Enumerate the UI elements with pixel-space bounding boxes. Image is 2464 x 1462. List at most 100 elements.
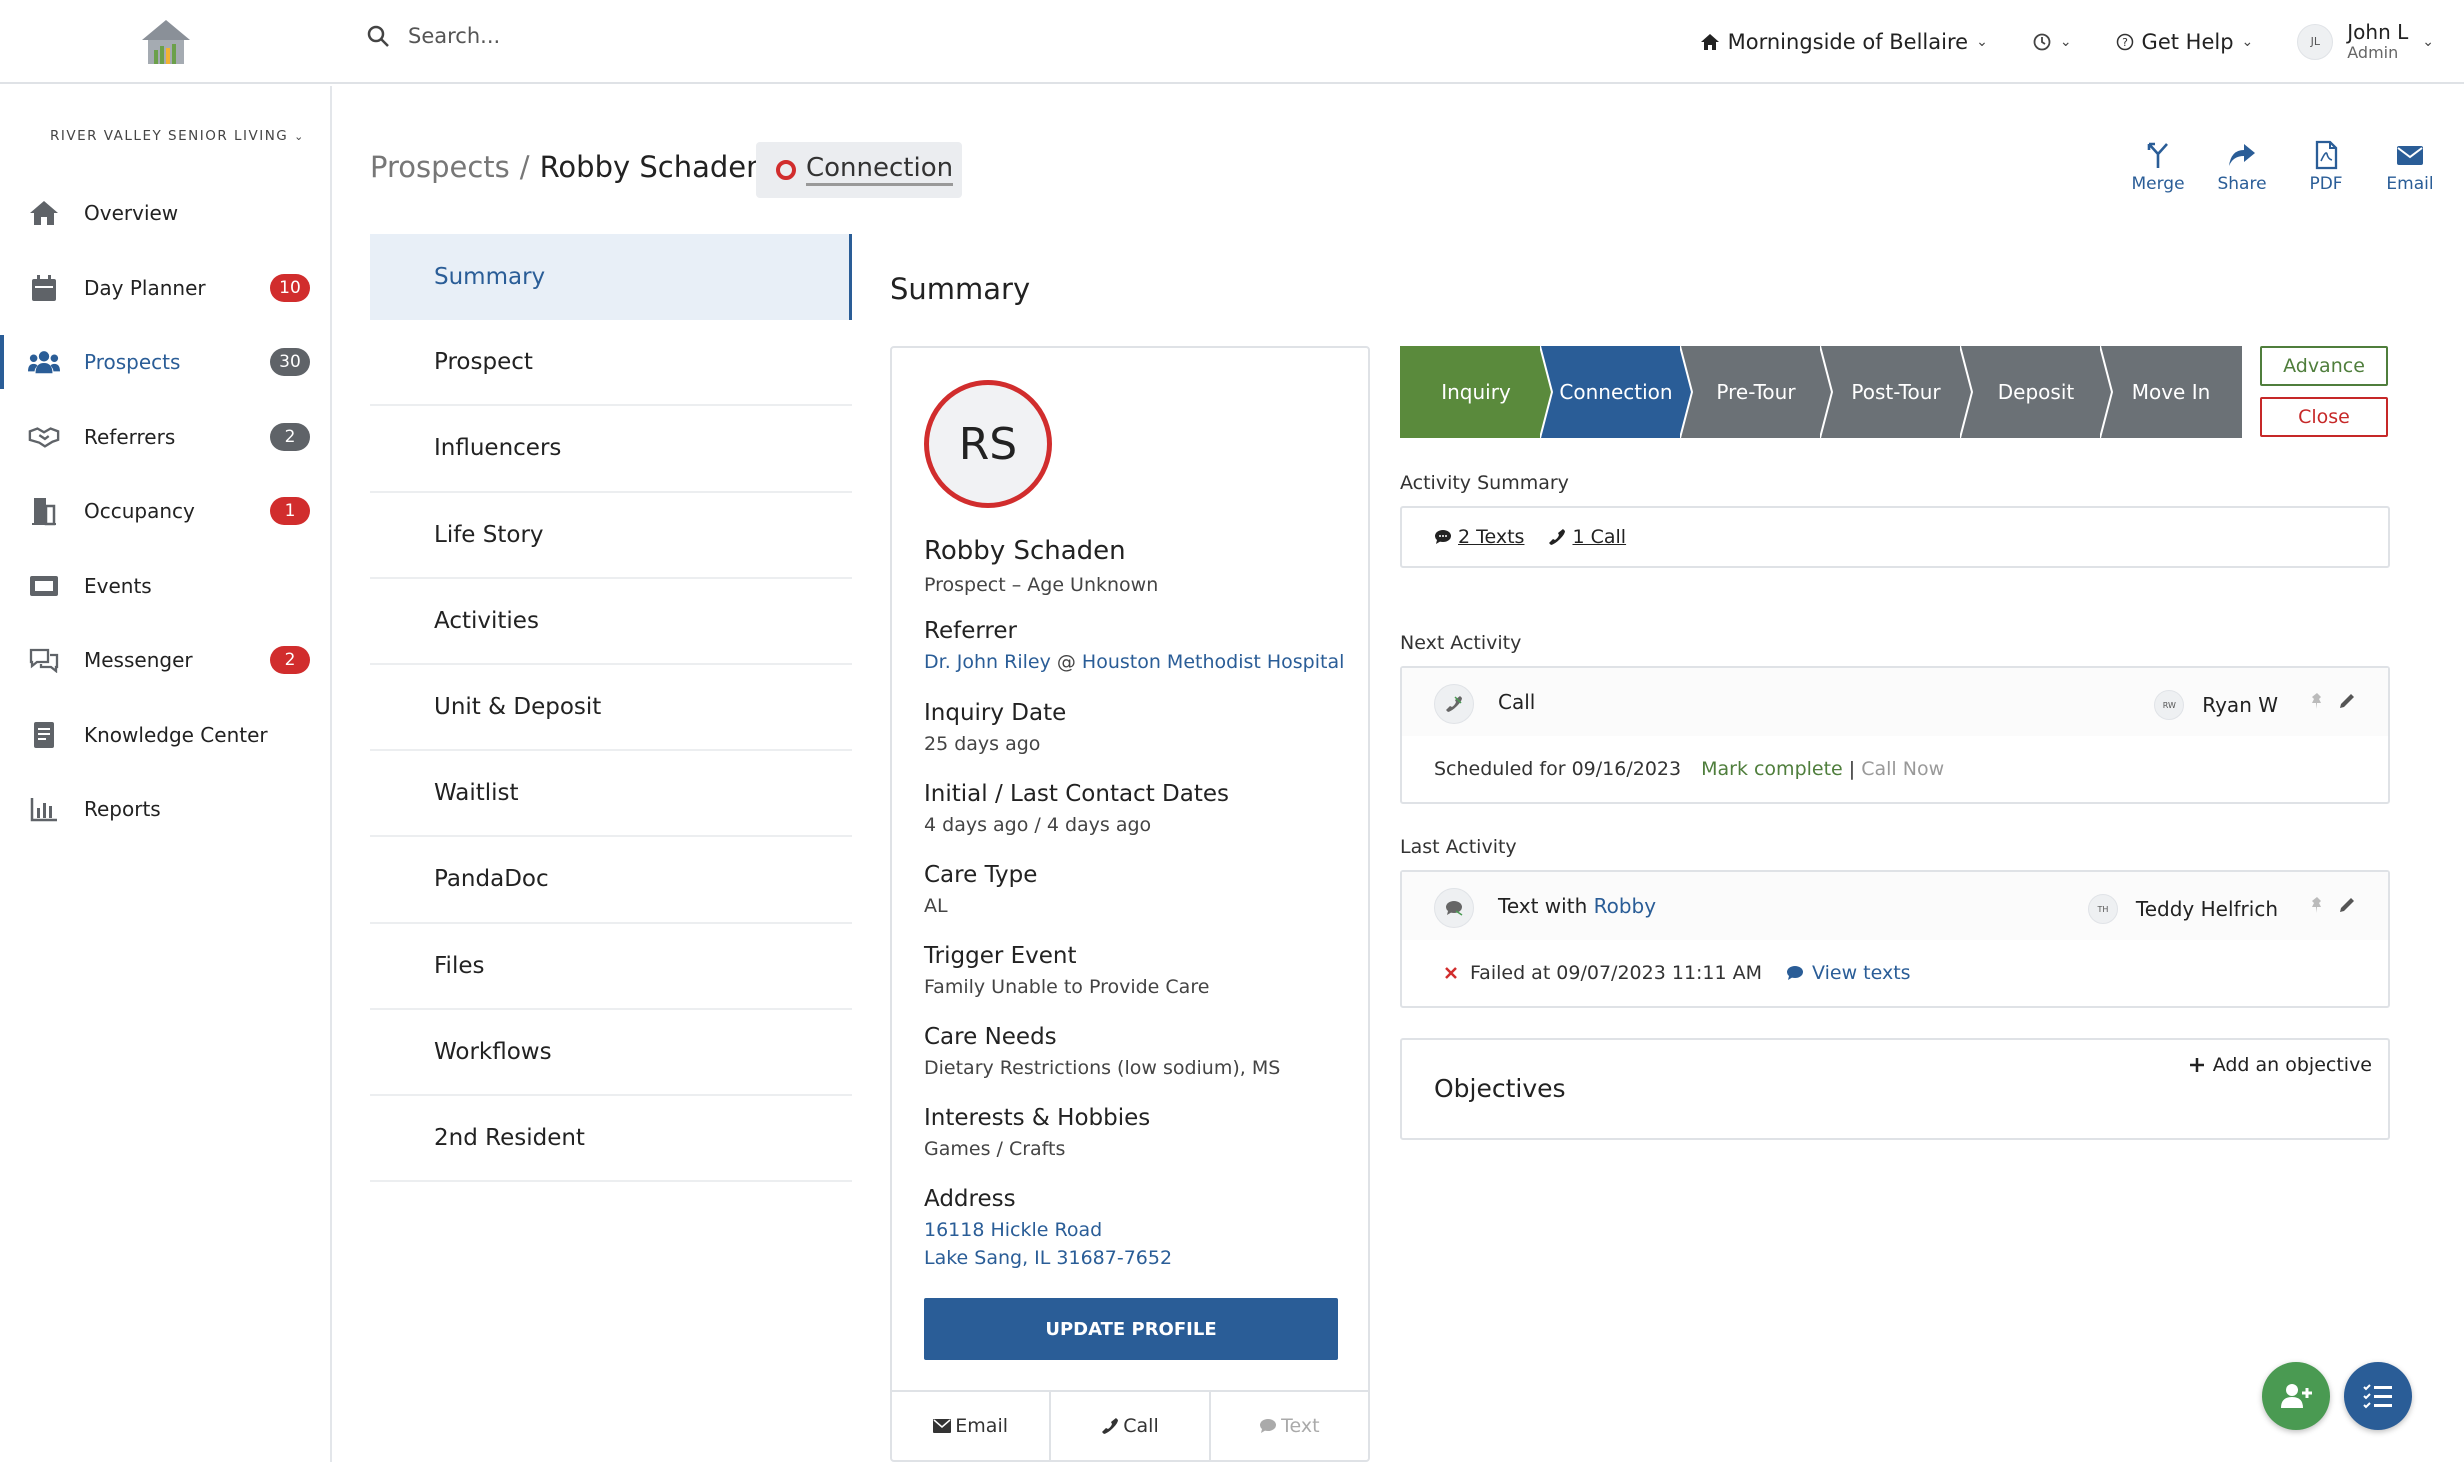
activity-type: Call (1498, 690, 1536, 714)
view-texts-link[interactable]: View texts (1786, 962, 1911, 984)
sidebar-item-messenger[interactable]: Messenger 2 (0, 623, 330, 698)
referrer-person-link[interactable]: Dr. John Riley (924, 651, 1051, 673)
search-input[interactable] (408, 24, 908, 48)
sidebar-item-knowledge-center[interactable]: Knowledge Center (0, 698, 330, 773)
status-label: Connection (806, 154, 954, 186)
tab-pandadoc[interactable]: PandaDoc (370, 837, 852, 924)
pencil-icon[interactable] (2338, 692, 2356, 714)
email-button[interactable]: Email (2384, 140, 2436, 194)
stage-inquiry[interactable]: Inquiry (1400, 346, 1552, 438)
merge-button[interactable]: Merge (2131, 140, 2185, 194)
pdf-button[interactable]: PDF (2300, 140, 2352, 194)
activity-contact-link[interactable]: Robby (1594, 894, 1656, 918)
field-label: Inquiry Date (924, 700, 1067, 726)
envelope-icon (933, 1419, 952, 1433)
stage-label: Connection (1559, 380, 1673, 404)
next-activity-card: Call RW Ryan W Scheduled for 09/16/2023 … (1400, 666, 2390, 804)
add-objective-label: Add an objective (2212, 1054, 2372, 1076)
next-activity-header: Call RW Ryan W (1402, 668, 2388, 736)
sidebar-item-label: Overview (84, 201, 179, 226)
breadcrumb-parent[interactable]: Prospects (370, 150, 510, 184)
field-value: 25 days ago (924, 733, 1041, 755)
advance-button[interactable]: Advance (2260, 346, 2388, 386)
trigger-field: Trigger Event Family Unable to Provide C… (924, 943, 1209, 1001)
share-button[interactable]: Share (2216, 140, 2268, 194)
stage-label: Inquiry (1441, 380, 1511, 404)
task-list-fab[interactable] (2344, 1362, 2412, 1430)
tab-activities[interactable]: Activities (370, 579, 852, 665)
stage-pre-tour[interactable]: Pre-Tour (1680, 346, 1832, 438)
sidebar-item-prospects[interactable]: Prospects 30 (0, 325, 330, 400)
tab-unit-deposit[interactable]: Unit & Deposit (370, 665, 852, 752)
tab-files[interactable]: Files (370, 924, 852, 1010)
sidebar-item-overview[interactable]: Overview (0, 176, 330, 251)
profile-card: RS Robby Schaden Prospect – Age Unknown … (890, 346, 1370, 1462)
stage-post-tour[interactable]: Post-Tour (1820, 346, 1972, 438)
tab-prospect[interactable]: Prospect (370, 320, 852, 407)
interests-field: Interests & Hobbies Games / Crafts (924, 1105, 1150, 1163)
tab-2nd-resident[interactable]: 2nd Resident (370, 1096, 852, 1183)
pin-icon[interactable] (2308, 692, 2326, 714)
address-line1-link[interactable]: 16118 Hickle Road (924, 1216, 1172, 1244)
chat-bubble-icon (1787, 966, 1804, 980)
avatar: RS (924, 380, 1052, 508)
chat-bubble-icon (1435, 530, 1451, 544)
tab-waitlist[interactable]: Waitlist (370, 751, 852, 838)
stage-label: Pre-Tour (1716, 380, 1796, 404)
sidebar-item-reports[interactable]: Reports (0, 772, 330, 847)
assignee-name: Teddy Helfrich (2135, 897, 2278, 921)
users-icon (28, 346, 60, 378)
help-menu[interactable]: ? Get Help ⌄ (2116, 30, 2253, 54)
chat-icon (28, 644, 60, 676)
stage-label: Post-Tour (1851, 380, 1941, 404)
tab-summary[interactable]: Summary (370, 234, 852, 321)
history-menu[interactable]: ⌄ (2032, 32, 2072, 52)
sidebar-item-events[interactable]: Events (0, 549, 330, 624)
sidebar-item-day-planner[interactable]: Day Planner 10 (0, 251, 330, 326)
call-contact-button[interactable]: Call (1051, 1392, 1211, 1460)
field-label: Trigger Event (924, 943, 1077, 969)
activity-summary-label: Activity Summary (1400, 472, 1569, 494)
pencil-icon[interactable] (2338, 896, 2356, 918)
summary-main: Summary RS Robby Schaden Prospect – Age … (852, 234, 2430, 1462)
pin-icon[interactable] (2308, 896, 2326, 918)
sidebar-item-label: Day Planner (84, 275, 206, 300)
field-value: Family Unable to Provide Care (924, 976, 1210, 998)
text-contact-button[interactable]: Text (1211, 1392, 1368, 1460)
calls-link[interactable]: 1 Call (1548, 526, 1626, 548)
stage-deposit[interactable]: Deposit (1960, 346, 2112, 438)
prospect-subtitle: Prospect – Age Unknown (924, 574, 1159, 596)
sidebar-item-label: Reports (84, 797, 161, 822)
user-menu[interactable]: JL John L Admin ⌄ (2297, 21, 2434, 62)
add-objective-button[interactable]: Add an objective (2189, 1054, 2372, 1076)
sidebar-item-occupancy[interactable]: Occupancy 1 (0, 474, 330, 549)
field-value: Dietary Restrictions (low sodium), MS (924, 1057, 1281, 1079)
call-now-link[interactable]: Call Now (1861, 758, 1944, 780)
referrer-org-link[interactable]: Houston Methodist Hospital (1082, 651, 1344, 673)
breadcrumb: Prospects / Robby Schaden (370, 150, 765, 184)
org-selector[interactable]: RIVER VALLEY SENIOR LIVING ⌄ (50, 128, 305, 144)
texts-link[interactable]: 2 Texts (1434, 526, 1524, 548)
update-profile-button[interactable]: UPDATE PROFILE (924, 1298, 1338, 1360)
question-circle-icon: ? (2116, 33, 2133, 51)
contact-actions: Email Call Text (892, 1390, 1368, 1460)
next-activity-label: Next Activity (1400, 632, 1522, 654)
close-button[interactable]: Close (2260, 397, 2388, 437)
stage-connection[interactable]: Connection (1540, 346, 1692, 438)
community-selector[interactable]: Morningside of Bellaire ⌄ (1700, 30, 1988, 54)
tab-influencers[interactable]: Influencers (370, 406, 852, 493)
failed-status: Failed at 09/07/2023 11:11 AM (1470, 962, 1763, 984)
activity-summary-box: 2 Texts 1 Call (1400, 506, 2390, 568)
app-logo[interactable] (140, 18, 192, 66)
tab-life-story[interactable]: Life Story (370, 493, 852, 579)
email-contact-button[interactable]: Email (892, 1392, 1052, 1460)
tab-workflows[interactable]: Workflows (370, 1010, 852, 1096)
address-line2-link[interactable]: Lake Sang, IL 31687-7652 (924, 1244, 1172, 1272)
stage-move-in[interactable]: Move In (2100, 346, 2242, 438)
add-prospect-fab[interactable] (2262, 1362, 2330, 1430)
status-badge[interactable]: Connection (756, 142, 962, 198)
sidebar-item-referrers[interactable]: Referrers 2 (0, 400, 330, 475)
field-value: Games / Crafts (924, 1138, 1066, 1160)
section-title: Summary (890, 272, 1031, 306)
mark-complete-link[interactable]: Mark complete (1701, 758, 1843, 780)
